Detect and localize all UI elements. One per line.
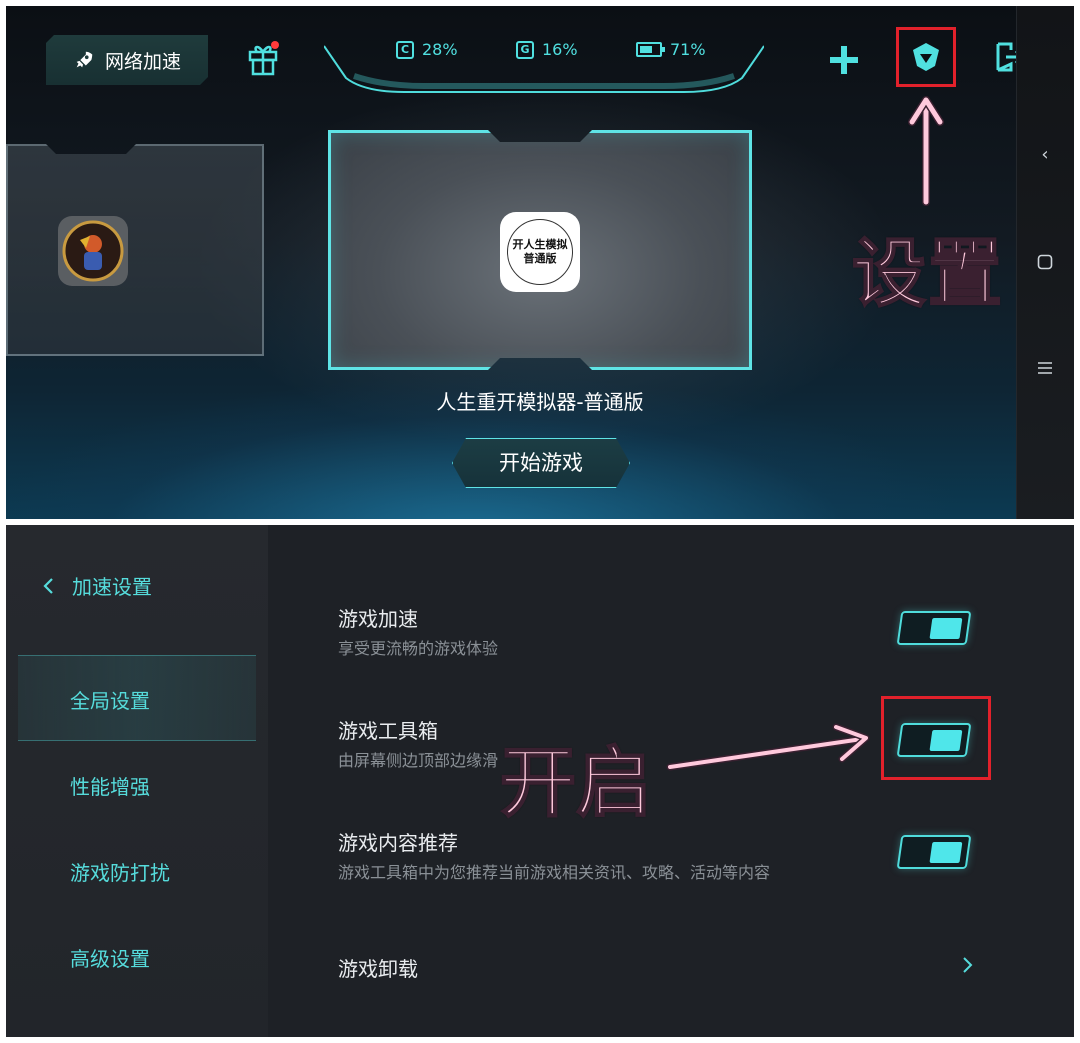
setting-game-boost-subtitle: 享受更流畅的游戏体验 <box>338 639 499 658</box>
setting-game-toolbox-subtitle: 由屏幕侧边顶部边缘滑 <box>338 751 499 770</box>
boost-settings-panel: 加速设置 全局设置 性能增强 游戏防打扰 高级设置 游戏加速 享受更流畅的游戏体… <box>6 525 1074 1037</box>
settings-header-title: 加速设置 <box>72 575 152 599</box>
settings-sidebar: 加速设置 全局设置 性能增强 游戏防打扰 高级设置 <box>6 525 268 1037</box>
settings-button[interactable] <box>896 27 956 87</box>
battery-icon <box>636 42 665 57</box>
gpu-icon: G <box>516 40 534 59</box>
battery-status: 71% <box>636 40 706 59</box>
start-game-button[interactable]: 开始游戏 <box>452 438 630 488</box>
system-nav-bar: ‹ <box>1016 6 1074 519</box>
cpu-value: 28% <box>422 40 458 59</box>
annotation-highlight-box <box>881 696 991 780</box>
secondary-game-icon[interactable] <box>58 216 128 286</box>
settings-icon <box>913 43 939 71</box>
system-status-bar: C 28% G 16% 71% <box>324 6 764 94</box>
game-boost-toggle[interactable] <box>896 611 972 645</box>
annotation-settings-label: 设置 <box>851 230 1004 318</box>
game-title: 人生重开模拟器-普通版 <box>436 390 644 414</box>
game-logo-line2: 普通版 <box>523 252 557 265</box>
settings-header[interactable]: 加速设置 <box>42 571 152 600</box>
rocket-icon <box>73 49 95 71</box>
setting-game-toolbox-title: 游戏工具箱 <box>338 719 438 743</box>
toggle-knob <box>929 842 963 863</box>
cpu-usage: C 28% <box>396 40 458 59</box>
setting-game-boost-title: 游戏加速 <box>338 607 418 631</box>
annotation-arrow-up <box>908 96 944 206</box>
network-boost-button[interactable]: 网络加速 <box>46 35 208 85</box>
cpu-icon: C <box>396 40 414 59</box>
back-icon[interactable]: ‹ <box>1036 146 1054 164</box>
gpu-usage: G 16% <box>516 40 578 59</box>
sidebar-item-performance[interactable]: 性能增强 <box>70 771 150 800</box>
setting-content-recommend-subtitle: 游戏工具箱中为您推荐当前游戏相关资讯、攻略、活动等内容 <box>338 863 771 882</box>
home-icon[interactable] <box>1036 254 1054 272</box>
toggle-knob <box>929 618 963 639</box>
battery-value: 71% <box>670 40 706 59</box>
back-chevron-icon[interactable] <box>42 577 54 595</box>
sidebar-item-advanced[interactable]: 高级设置 <box>70 943 150 972</box>
network-boost-label: 网络加速 <box>104 50 181 73</box>
menu-icon[interactable] <box>1036 360 1054 378</box>
chevron-right-icon[interactable] <box>962 955 974 980</box>
game-avatar-icon <box>62 220 124 282</box>
game-logo: 开人生模拟 普通版 <box>507 219 573 285</box>
gpu-value: 16% <box>542 40 578 59</box>
content-recommend-toggle[interactable] <box>896 835 972 869</box>
game-logo-line1: 开人生模拟 <box>512 238 568 251</box>
annotation-arrow-right <box>666 723 870 771</box>
game-card-secondary[interactable] <box>6 144 264 356</box>
add-icon[interactable] <box>828 44 860 76</box>
setting-game-uninstall-title[interactable]: 游戏卸载 <box>338 953 418 982</box>
sidebar-item-global[interactable]: 全局设置 <box>70 685 150 714</box>
notification-dot <box>271 41 279 49</box>
sidebar-item-do-not-disturb[interactable]: 游戏防打扰 <box>70 857 170 886</box>
game-launcher-panel: 网络加速 C 28% G 16% 71% 开人生模拟 普通版 人生重开模拟器-普… <box>6 6 1074 519</box>
annotation-enable-label: 开启 <box>499 737 653 828</box>
selected-game-icon[interactable]: 开人生模拟 普通版 <box>500 212 580 292</box>
setting-content-recommend-title: 游戏内容推荐 <box>338 831 458 855</box>
